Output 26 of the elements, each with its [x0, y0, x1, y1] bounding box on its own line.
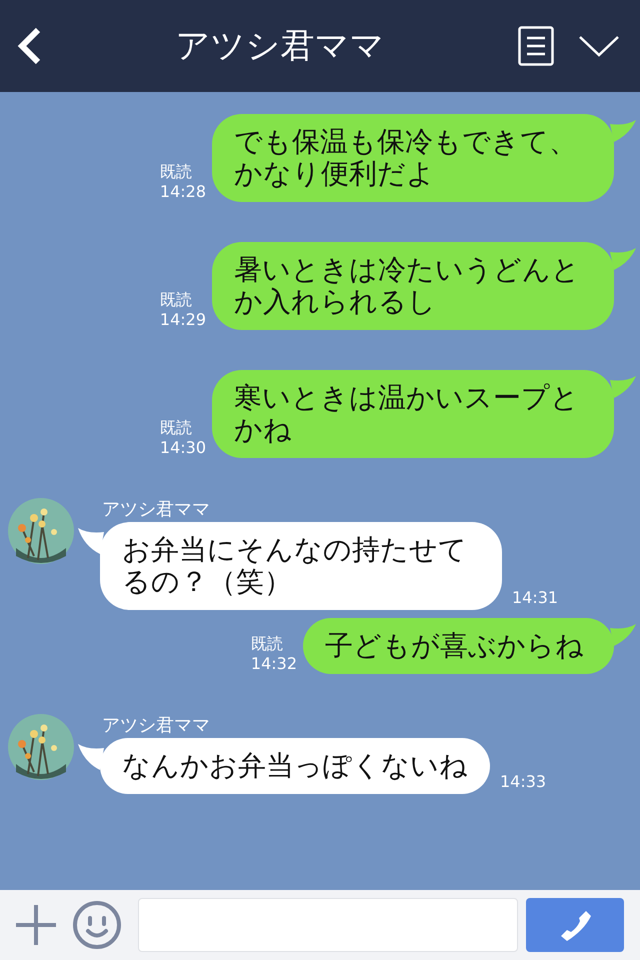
- message-time: 14:33: [500, 771, 546, 793]
- chat-title: アツシ君ママ: [176, 26, 384, 66]
- message-time: 14:32: [250, 654, 297, 674]
- message-time: 14:31: [512, 587, 558, 609]
- chevron-down-icon[interactable]: [578, 34, 620, 58]
- back-icon[interactable]: [16, 27, 42, 65]
- sender-name: アツシ君ママ: [102, 715, 210, 736]
- read-receipt: 既読: [250, 634, 284, 654]
- bubble-tail: [610, 376, 636, 398]
- smiley-icon[interactable]: [72, 900, 122, 950]
- read-receipt: 既読: [160, 162, 193, 182]
- sender-name: アツシ君ママ: [102, 499, 210, 520]
- bubble-tail: [78, 744, 104, 770]
- bubble-tail: [610, 248, 636, 270]
- read-receipt: 既読: [160, 290, 193, 310]
- read-receipt: 既読: [160, 418, 193, 438]
- call-button[interactable]: [526, 898, 624, 952]
- bubble-tail: [610, 624, 636, 646]
- bubble-tail: [78, 528, 104, 554]
- plus-icon[interactable]: [16, 905, 56, 945]
- message-time: 14:30: [160, 438, 206, 458]
- message-time: 14:29: [160, 310, 206, 330]
- menu-icon[interactable]: [518, 26, 554, 66]
- bubble-tail: [610, 120, 636, 142]
- message-input[interactable]: [138, 898, 518, 952]
- message-time: 14:28: [160, 182, 206, 202]
